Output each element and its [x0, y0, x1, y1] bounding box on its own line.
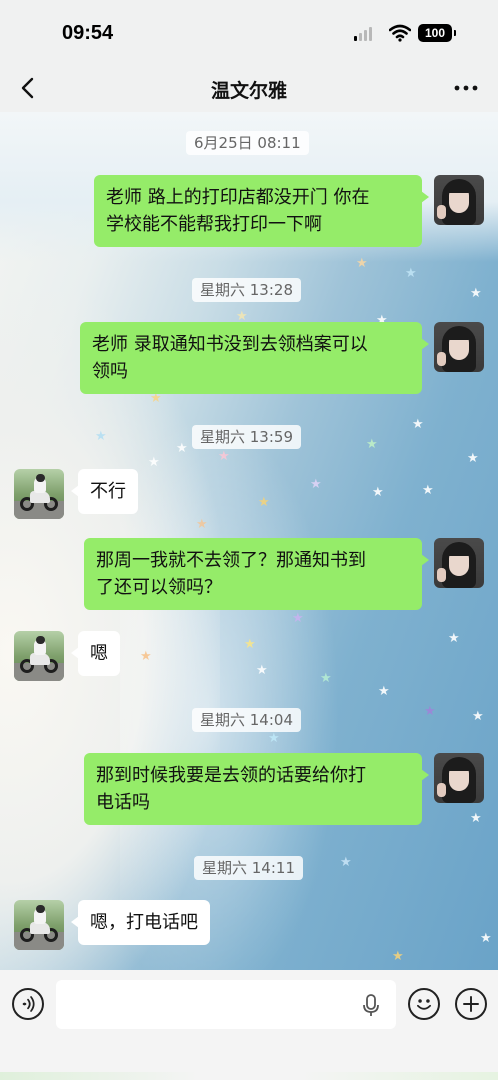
timestamp: 星期六 14:11: [194, 856, 303, 880]
outgoing-message[interactable]: 那到时候我要是去领的话要给你打 电话吗: [84, 753, 429, 825]
self-avatar[interactable]: [434, 753, 484, 803]
more-dots-icon[interactable]: [452, 74, 480, 102]
message-line: 老师 录取通知书没到去领档案可以: [92, 334, 368, 355]
contact-avatar[interactable]: [14, 469, 64, 519]
microphone-icon[interactable]: [362, 994, 380, 1018]
timestamp: 6月25日 08:11: [186, 131, 309, 155]
contact-avatar[interactable]: [14, 900, 64, 950]
home-indicator-area: [0, 1072, 498, 1080]
timestamp: 星期六 13:28: [192, 278, 301, 302]
incoming-message[interactable]: 不行: [71, 469, 138, 514]
message-line: 电话吗: [96, 792, 150, 813]
chat-title: 温文尔雅: [210, 80, 287, 102]
self-avatar[interactable]: [434, 175, 484, 225]
wifi-icon: [389, 24, 411, 42]
message-line: 不行: [90, 481, 126, 502]
self-avatar[interactable]: [434, 322, 484, 372]
outgoing-message[interactable]: 那周一我就不去领了？那通知书到 了还可以领吗？: [84, 538, 429, 610]
status-bar: 09:54 100: [0, 0, 498, 64]
status-time: 09:54: [62, 22, 114, 44]
input-bar: [0, 970, 498, 1080]
message-line: 学校能不能帮我打印一下啊: [106, 214, 322, 235]
chat-header: 温文尔雅: [0, 64, 498, 112]
incoming-message[interactable]: 嗯，打电话吧: [71, 900, 210, 945]
timestamp: 星期六 13:59: [192, 425, 301, 449]
message-input[interactable]: [56, 980, 396, 1029]
emoji-icon[interactable]: [408, 988, 440, 1020]
message-line: 了还可以领吗？: [96, 577, 222, 598]
timestamp: 星期六 14:04: [192, 708, 301, 732]
message-line: 嗯，打电话吧: [90, 912, 198, 933]
battery-icon: 100: [418, 24, 456, 42]
signal-icon: [354, 27, 372, 41]
message-line: 那周一我就不去领了？那通知书到: [96, 550, 366, 571]
message-line: 那到时候我要是去领的话要给你打: [96, 765, 366, 786]
outgoing-message[interactable]: 老师 录取通知书没到去领档案可以 领吗: [80, 322, 429, 394]
message-line: 领吗: [92, 361, 128, 382]
voice-mode-icon[interactable]: [12, 988, 44, 1020]
message-line: 嗯: [90, 643, 108, 664]
message-line: 老师 路上的打印店都没开门 你在: [106, 187, 370, 208]
self-avatar[interactable]: [434, 538, 484, 588]
contact-avatar[interactable]: [14, 631, 64, 681]
incoming-message[interactable]: 嗯: [71, 631, 120, 676]
outgoing-message[interactable]: 老师 路上的打印店都没开门 你在 学校能不能帮我打印一下啊: [94, 175, 429, 247]
plus-icon[interactable]: [455, 988, 487, 1020]
